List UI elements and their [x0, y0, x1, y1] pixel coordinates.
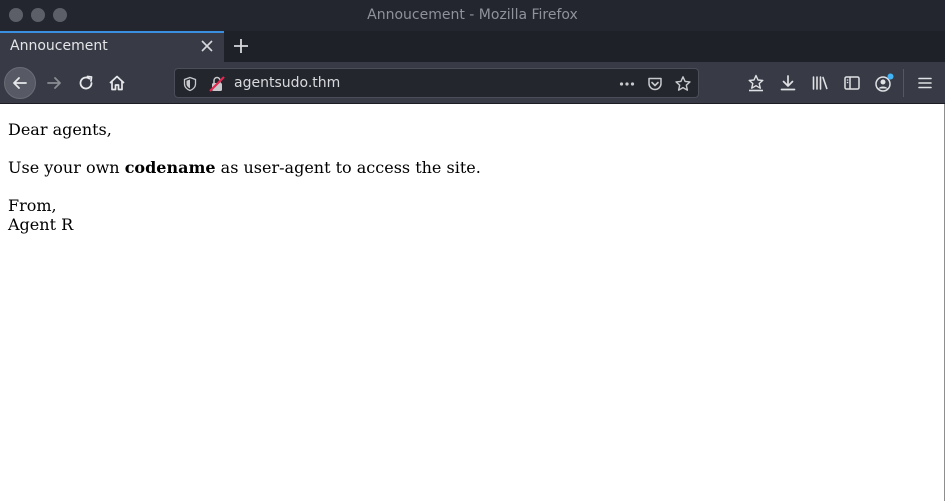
- arrow-left-icon: [10, 73, 30, 93]
- url-bar[interactable]: agentsudo.thm: [174, 68, 699, 98]
- from-text: From,: [8, 196, 57, 215]
- menu-icon: [915, 73, 935, 93]
- greeting-text: Dear agents,: [8, 120, 112, 139]
- shield-icon[interactable]: [181, 75, 199, 93]
- bookmarks-button[interactable]: [740, 67, 772, 99]
- url-input[interactable]: agentsudo.thm: [234, 75, 340, 91]
- sidebar-icon: [842, 73, 862, 93]
- page-content: Dear agents, Use your own codename as us…: [0, 104, 945, 501]
- star-icon[interactable]: [674, 75, 692, 93]
- tab-label: Annoucement: [10, 38, 108, 54]
- download-icon: [778, 73, 798, 93]
- new-tab-button[interactable]: [230, 34, 252, 58]
- codename-bold: codename: [124, 158, 216, 177]
- instruction-suffix: as user-agent to access the site.: [215, 158, 481, 177]
- plus-icon: [230, 34, 252, 58]
- nav-toolbar: agentsudo.thm: [0, 62, 945, 104]
- instruction-prefix: Use your own: [8, 158, 125, 177]
- close-icon[interactable]: [198, 36, 216, 56]
- sidebar-button[interactable]: [836, 67, 868, 99]
- more-dots-icon[interactable]: [618, 75, 636, 93]
- instruction-text: Use your own codename as user-agent to a…: [8, 158, 481, 178]
- window-title: Annoucement - Mozilla Firefox: [367, 7, 578, 23]
- reload-button[interactable]: [70, 67, 102, 99]
- library-button[interactable]: [804, 67, 836, 99]
- account-icon: [873, 72, 895, 94]
- arrow-right-icon: [44, 73, 64, 93]
- pocket-icon[interactable]: [646, 75, 664, 93]
- bookmarks-star-icon: [746, 73, 766, 93]
- title-bar: Annoucement - Mozilla Firefox: [0, 0, 945, 31]
- reload-icon: [76, 73, 96, 93]
- signature-text: Agent R: [8, 215, 74, 234]
- tab-strip: Annoucement: [0, 31, 945, 62]
- toolbar-separator: [903, 69, 904, 97]
- home-icon: [107, 73, 127, 93]
- library-icon: [810, 73, 830, 93]
- home-button[interactable]: [101, 67, 133, 99]
- back-button[interactable]: [4, 67, 36, 99]
- insecure-lock-icon[interactable]: [208, 75, 226, 93]
- forward-button[interactable]: [38, 67, 70, 99]
- menu-button[interactable]: [909, 67, 941, 99]
- account-button[interactable]: [868, 67, 900, 99]
- downloads-button[interactable]: [772, 67, 804, 99]
- tab-annoucement[interactable]: Annoucement: [0, 31, 224, 62]
